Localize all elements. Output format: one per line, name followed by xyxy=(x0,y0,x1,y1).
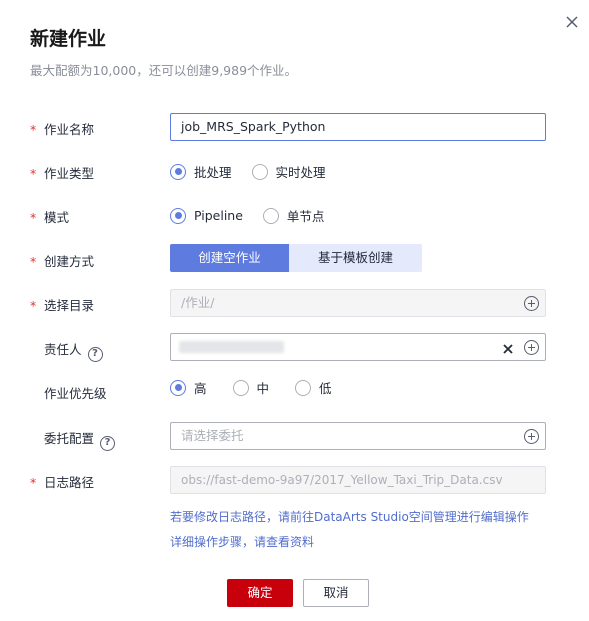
radio-circle xyxy=(170,163,186,180)
job-name-value: job_MRS_Spark_Python xyxy=(181,119,326,134)
required-mark: * xyxy=(30,122,37,137)
dialog-title: 新建作业 xyxy=(30,28,107,50)
new-job-dialog: 新建作业 最大配额为10,000，还可以创建9,989个作业。 * 作业名称 jo… xyxy=(0,0,589,621)
radio-circle xyxy=(232,379,249,396)
log-path-input[interactable]: obs://fast-demo-9a97/2017_Yellow_Taxi_Tr… xyxy=(170,466,546,494)
help-icon[interactable]: ? xyxy=(87,347,103,362)
create-empty-job-button[interactable]: 创建空作业 xyxy=(170,244,289,272)
priority-radio-group: 高 中 低 xyxy=(170,378,352,397)
add-circle-icon[interactable] xyxy=(524,296,539,311)
create-method-label: * 创建方式 xyxy=(30,254,95,269)
quota-subtitle: 最大配额为10,000，还可以创建9,989个作业。 xyxy=(30,63,298,78)
required-mark: * xyxy=(30,254,37,269)
required-mark: * xyxy=(30,298,37,313)
directory-input[interactable]: /作业/ xyxy=(170,289,546,317)
delegation-select[interactable]: 请选择委托 xyxy=(170,422,546,450)
redacted-owner-value xyxy=(179,341,284,353)
owner-label: 责任人? xyxy=(30,339,103,362)
priority-high-radio[interactable]: 高 xyxy=(170,378,207,397)
mode-radio-group: Pipeline 单节点 xyxy=(170,206,344,225)
required-mark: * xyxy=(30,210,37,225)
confirm-button[interactable]: 确定 xyxy=(227,579,293,607)
mode-label: * 模式 xyxy=(30,210,70,225)
log-path-hint-link[interactable]: 若要修改日志路径，请前往DataArts Studio空间管理进行编辑操作 xyxy=(170,508,529,525)
job-name-input[interactable]: job_MRS_Spark_Python xyxy=(170,113,546,141)
close-icon[interactable] xyxy=(562,12,582,32)
add-circle-icon[interactable] xyxy=(524,429,539,444)
radio-circle xyxy=(262,207,279,224)
priority-label: 作业优先级 xyxy=(44,386,107,401)
radio-circle xyxy=(295,379,312,396)
log-path-value: obs://fast-demo-9a97/2017_Yellow_Taxi_Tr… xyxy=(181,473,503,487)
job-type-radio-group: 批处理 实时处理 xyxy=(170,162,346,181)
priority-low-radio[interactable]: 低 xyxy=(295,378,332,397)
job-type-batch-radio[interactable]: 批处理 xyxy=(170,162,232,181)
job-type-label: * 作业类型 xyxy=(30,166,95,181)
job-type-realtime-radio[interactable]: 实时处理 xyxy=(251,162,326,181)
add-circle-icon[interactable] xyxy=(524,340,539,355)
priority-medium-radio[interactable]: 中 xyxy=(232,378,269,397)
delegation-placeholder: 请选择委托 xyxy=(181,428,244,443)
docs-hint-link[interactable]: 详细操作步骤，请查看资料 xyxy=(170,533,314,550)
job-name-label: * 作业名称 xyxy=(30,122,95,137)
required-mark: * xyxy=(30,166,37,181)
radio-circle xyxy=(170,379,186,396)
delegation-label: 委托配置? xyxy=(30,428,116,451)
directory-label: * 选择目录 xyxy=(30,298,95,313)
log-path-label: * 日志路径 xyxy=(30,475,95,490)
mode-single-node-radio[interactable]: 单节点 xyxy=(262,206,324,225)
required-mark: * xyxy=(30,475,37,490)
radio-circle xyxy=(170,207,186,224)
create-method-segmented: 创建空作业 基于模板创建 xyxy=(170,244,422,272)
cancel-button[interactable]: 取消 xyxy=(303,579,369,607)
radio-circle xyxy=(251,163,268,180)
help-icon[interactable]: ? xyxy=(100,436,116,451)
mode-pipeline-radio[interactable]: Pipeline xyxy=(170,207,243,224)
create-from-template-button[interactable]: 基于模板创建 xyxy=(289,244,422,272)
directory-value: /作业/ xyxy=(181,295,215,310)
clear-icon[interactable] xyxy=(501,339,515,354)
owner-input[interactable] xyxy=(170,333,546,361)
